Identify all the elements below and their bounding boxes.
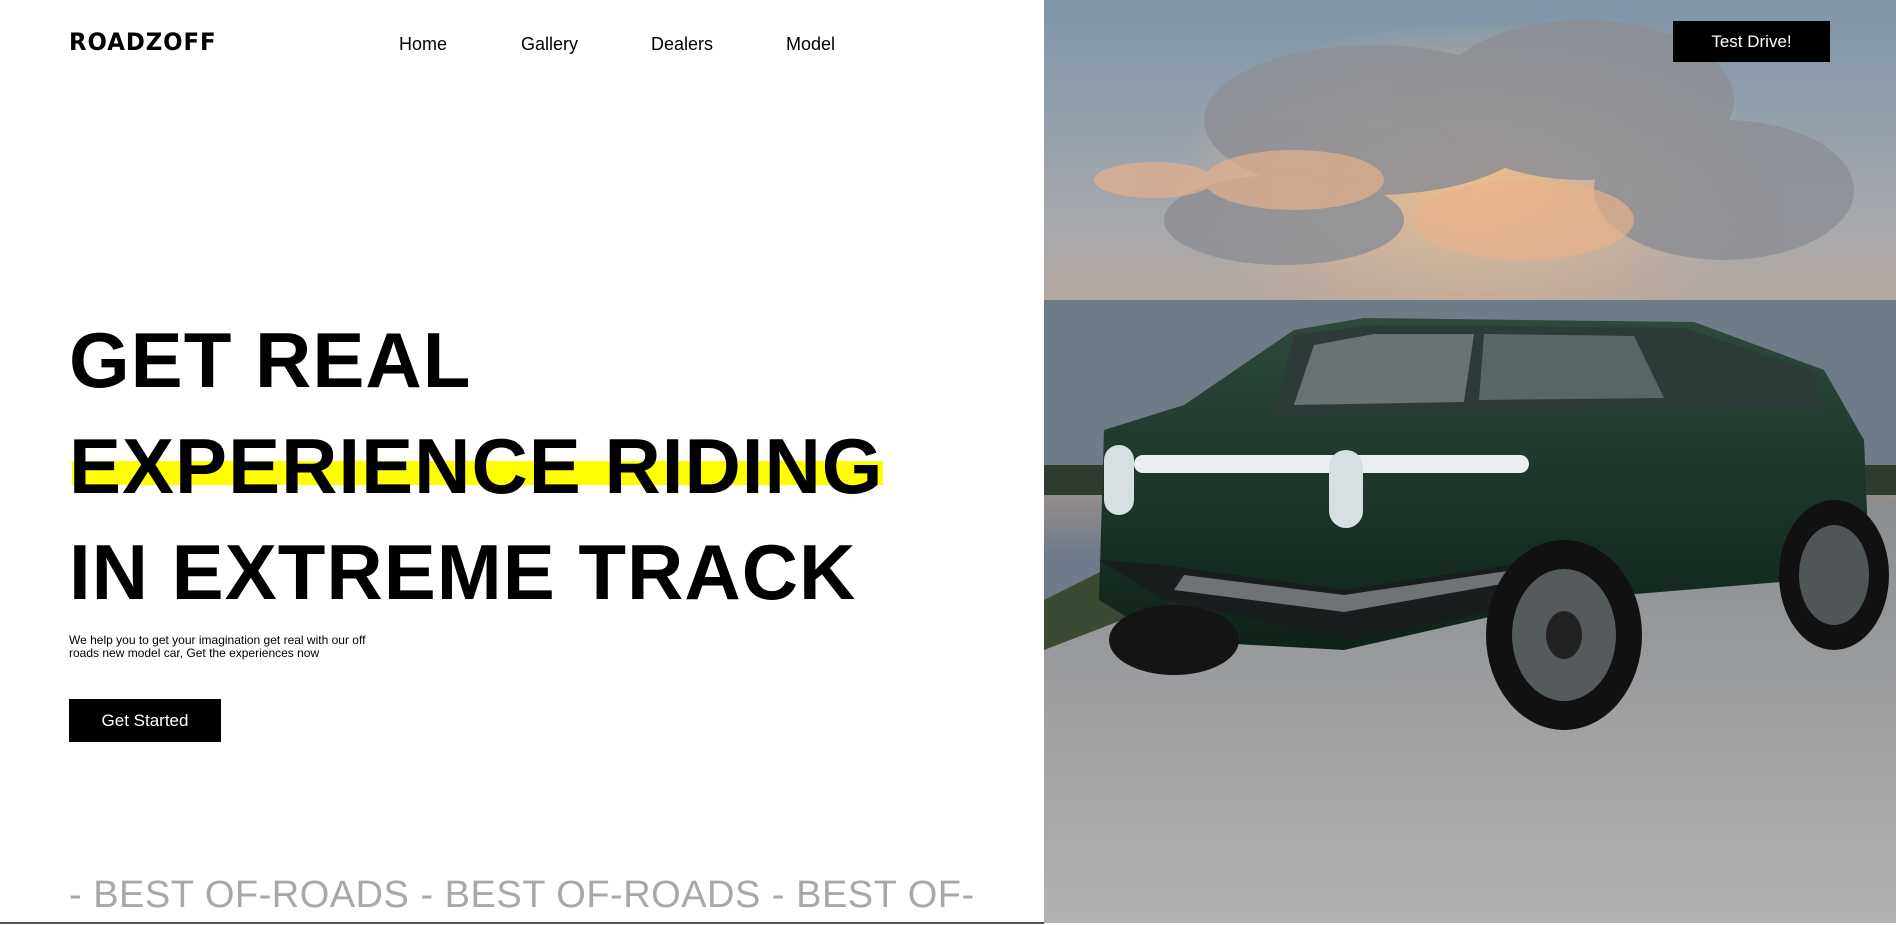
hero-title-highlight-text: EXPERIENCE RIDING xyxy=(69,422,884,510)
hero-left-panel: ROADZOFF Home Gallery Dealers Model GET … xyxy=(0,0,1044,923)
marquee-text: - BEST OF-ROADS - BEST OF-ROADS - BEST O… xyxy=(69,874,975,916)
suv-photo xyxy=(1044,0,1896,923)
hero-title-line-3: IN EXTREME TRACK xyxy=(69,528,857,616)
hero-title-line-1: GET REAL xyxy=(69,316,472,404)
hero-title: GET REAL EXPERIENCE RIDING IN EXTREME TR… xyxy=(69,307,884,625)
hero-title-line-2: EXPERIENCE RIDING xyxy=(69,413,884,519)
nav-item-model[interactable]: Model xyxy=(786,34,835,55)
test-drive-button[interactable]: Test Drive! xyxy=(1673,21,1830,62)
nav-item-gallery[interactable]: Gallery xyxy=(521,34,578,55)
nav-item-home[interactable]: Home xyxy=(399,34,447,55)
hero-title-highlight: EXPERIENCE RIDING xyxy=(69,413,884,519)
hero-image xyxy=(1044,0,1896,923)
nav-item-dealers[interactable]: Dealers xyxy=(651,34,713,55)
brand-logo[interactable]: ROADZOFF xyxy=(69,28,217,56)
get-started-button[interactable]: Get Started xyxy=(69,699,221,742)
divider xyxy=(0,922,1044,924)
hero-description: We help you to get your imagination get … xyxy=(69,633,366,660)
